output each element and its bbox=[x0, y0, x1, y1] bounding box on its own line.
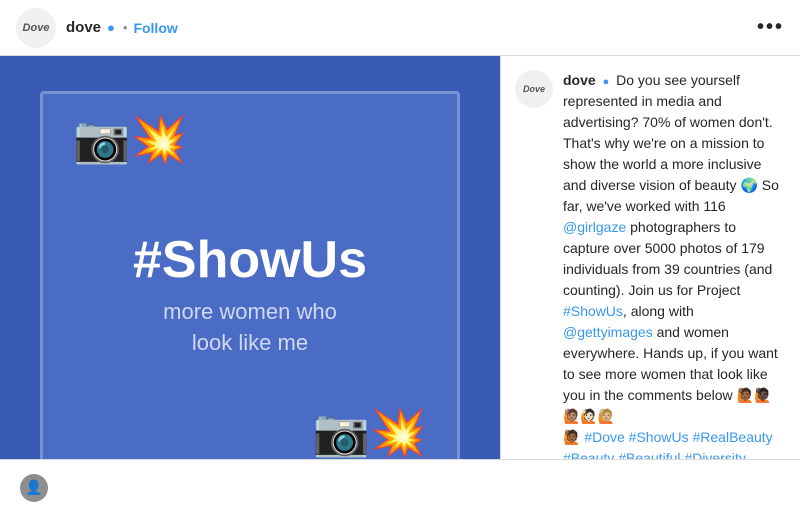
post-hashtags: #Dove #ShowUs #RealBeauty #Beauty #Beaut… bbox=[563, 429, 773, 459]
header-dot-separator: • bbox=[123, 20, 128, 35]
bottom-nav: 👤 bbox=[0, 459, 800, 515]
camera-bottom-emoji: 📷💥 bbox=[312, 405, 427, 460]
post-body: dove ● Do you see yourself represented i… bbox=[563, 70, 786, 459]
hashtag-text: #ShowUs bbox=[133, 232, 367, 289]
post-author-header: Dove dove ● Do you see yourself represen… bbox=[501, 56, 800, 459]
polaroid-frame: 📷💥 #ShowUs more women wholook like me 📷💥 bbox=[40, 91, 460, 460]
header-avatar[interactable]: Dove bbox=[16, 8, 56, 48]
post-avatar-logo: Dove bbox=[523, 84, 545, 94]
right-panel: Dove dove ● Do you see yourself represen… bbox=[500, 56, 800, 459]
post-subtext: more women wholook like me bbox=[163, 297, 337, 359]
camera-top-emoji: 📷💥 bbox=[73, 112, 188, 167]
header-verified-icon: ● bbox=[107, 20, 115, 35]
follow-button[interactable]: Follow bbox=[133, 20, 177, 36]
main-content: 📷💥 #ShowUs more women wholook like me 📷💥… bbox=[0, 56, 800, 459]
more-options-button[interactable]: ••• bbox=[757, 16, 784, 39]
post-avatar[interactable]: Dove bbox=[515, 70, 553, 108]
dove-logo-text: Dove bbox=[23, 22, 50, 34]
current-user-avatar[interactable]: 👤 bbox=[20, 474, 48, 502]
post-username[interactable]: dove bbox=[563, 72, 596, 88]
user-avatar-icon: 👤 bbox=[25, 479, 42, 496]
post-verified-icon: ● bbox=[603, 76, 610, 88]
post-caption-area: dove ● Do you see yourself represented i… bbox=[563, 70, 786, 459]
top-header: Dove dove ● • Follow ••• bbox=[0, 0, 800, 56]
post-caption-text: Do you see yourself represented in media… bbox=[563, 72, 779, 459]
post-image: 📷💥 #ShowUs more women wholook like me 📷💥 bbox=[0, 56, 500, 459]
header-username: dove bbox=[66, 19, 101, 36]
